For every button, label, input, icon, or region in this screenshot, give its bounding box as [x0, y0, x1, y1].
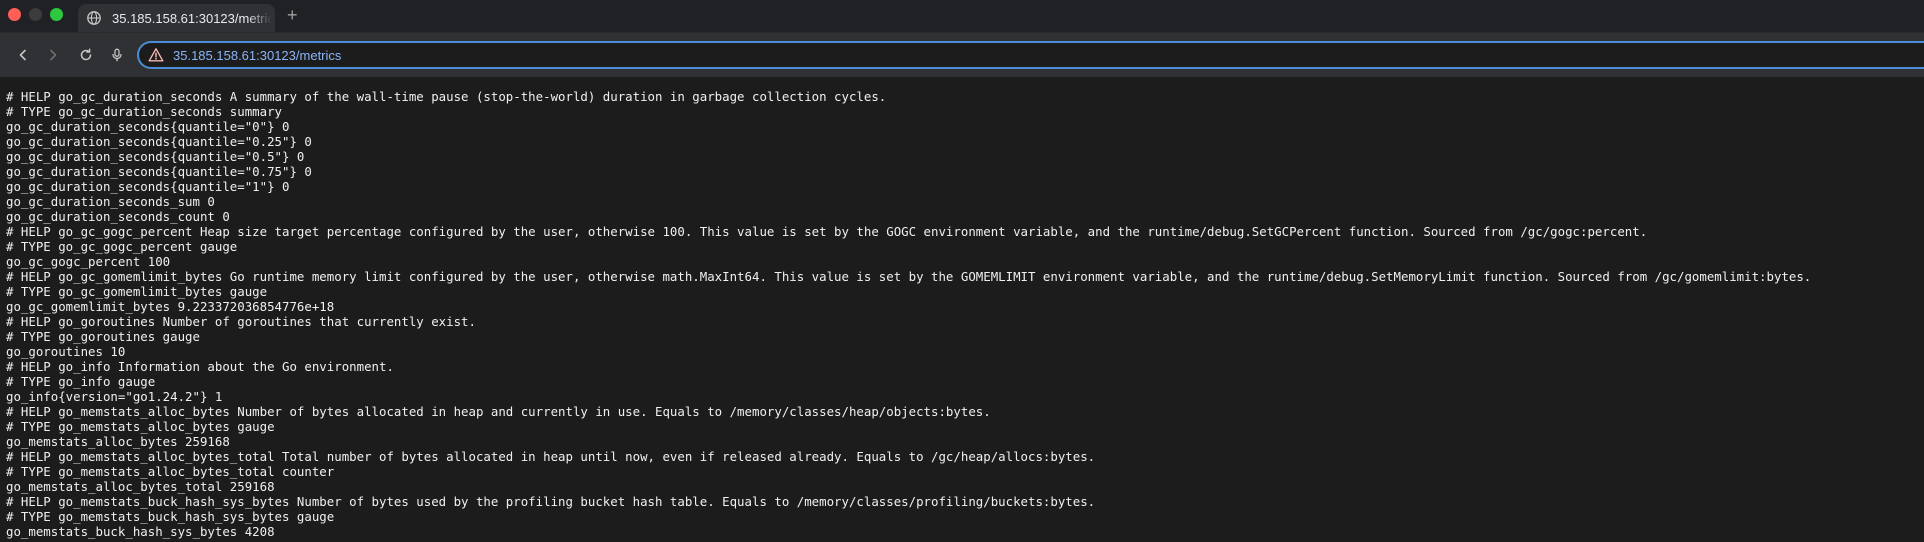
microphone-button[interactable] [107, 45, 127, 65]
microphone-icon [112, 48, 122, 62]
reload-button[interactable] [76, 45, 96, 65]
navigation-bar: 35.185.158.61:30123/metrics [0, 33, 1924, 77]
metric-line: go_memstats_alloc_bytes 259168 [6, 434, 230, 449]
metric-line: # TYPE go_info gauge [6, 374, 156, 389]
metric-line: go_gc_duration_seconds_count 0 [6, 209, 230, 224]
tab-strip: 35.185.158.61:30123/metrics + [0, 0, 1924, 33]
page-content: # HELP go_gc_duration_seconds A summary … [0, 77, 1924, 542]
metric-line: # TYPE go_gc_gomemlimit_bytes gauge [6, 284, 268, 299]
metric-line: go_gc_duration_seconds{quantile="0.75"} … [6, 164, 312, 179]
not-secure-warning-icon[interactable] [148, 47, 164, 63]
metric-line: # HELP go_info Information about the Go … [6, 359, 394, 374]
metric-line: # TYPE go_gc_duration_seconds summary [6, 104, 283, 119]
globe-icon [86, 10, 102, 26]
metric-line: # HELP go_gc_gomemlimit_bytes Go runtime… [6, 269, 1812, 284]
metric-line: # HELP go_memstats_alloc_bytes_total Tot… [6, 449, 1096, 464]
back-button[interactable] [13, 45, 33, 65]
tab-title: 35.185.158.61:30123/metrics [112, 10, 272, 26]
new-tab-button[interactable]: + [287, 5, 298, 25]
maximize-window-button[interactable] [50, 8, 63, 21]
reload-icon [80, 48, 92, 61]
chevron-right-icon [50, 49, 57, 61]
metrics-text: # HELP go_gc_duration_seconds A summary … [0, 77, 1924, 539]
close-window-button[interactable] [8, 8, 21, 21]
forward-button[interactable] [43, 45, 63, 65]
metric-line: go_gc_duration_seconds{quantile="0"} 0 [6, 119, 290, 134]
metric-line: go_gc_duration_seconds{quantile="1"} 0 [6, 179, 290, 194]
metric-line: go_memstats_buck_hash_sys_bytes 4208 [6, 524, 275, 539]
metric-line: go_goroutines 10 [6, 344, 126, 359]
metric-line: # TYPE go_gc_gogc_percent gauge [6, 239, 238, 254]
metric-line: go_gc_duration_seconds_sum 0 [6, 194, 215, 209]
metric-line: # HELP go_goroutines Number of goroutine… [6, 314, 476, 329]
metric-line: go_info{version="go1.24.2"} 1 [6, 389, 223, 404]
metric-line: # HELP go_memstats_buck_hash_sys_bytes N… [6, 494, 1096, 509]
metric-line: go_gc_duration_seconds{quantile="0.5"} 0 [6, 149, 305, 164]
metric-line: # HELP go_memstats_alloc_bytes Number of… [6, 404, 991, 419]
metric-line: # TYPE go_memstats_buck_hash_sys_bytes g… [6, 509, 335, 524]
metric-line: go_gc_gomemlimit_bytes 9.223372036854776… [6, 299, 335, 314]
browser-tab-active[interactable]: 35.185.158.61:30123/metrics [78, 4, 275, 32]
metric-line: # TYPE go_memstats_alloc_bytes_total cou… [6, 464, 335, 479]
metric-line: # HELP go_gc_duration_seconds A summary … [6, 89, 887, 104]
metric-line: go_gc_gogc_percent 100 [6, 254, 171, 269]
metric-line: # HELP go_gc_gogc_percent Heap size targ… [6, 224, 1648, 239]
metric-line: # TYPE go_goroutines gauge [6, 329, 200, 344]
url-text[interactable]: 35.185.158.61:30123/metrics [173, 48, 341, 63]
minimize-window-button[interactable] [29, 8, 42, 21]
address-bar[interactable]: 35.185.158.61:30123/metrics [137, 41, 1924, 69]
chevron-left-icon [19, 49, 26, 61]
metric-line: # TYPE go_memstats_alloc_bytes gauge [6, 419, 275, 434]
metric-line: go_gc_duration_seconds{quantile="0.25"} … [6, 134, 312, 149]
metric-line: go_memstats_alloc_bytes_total 259168 [6, 479, 275, 494]
